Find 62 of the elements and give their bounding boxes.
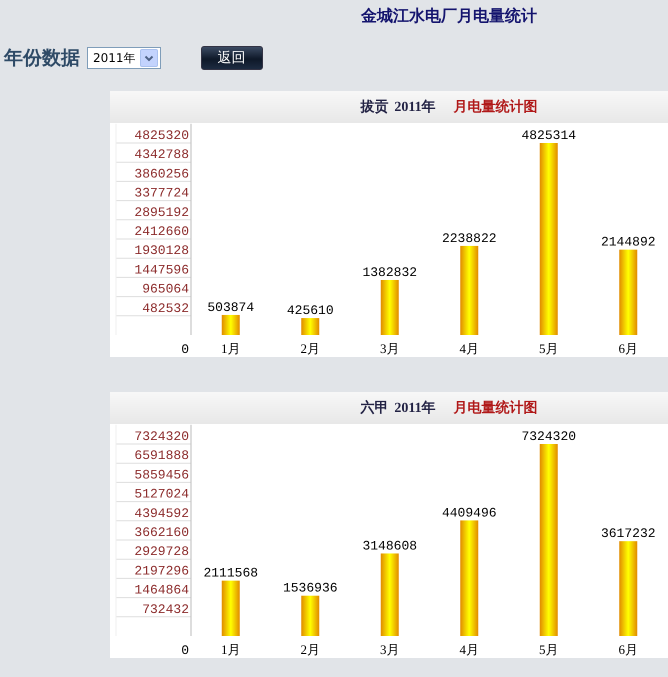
axis-tick-label: 1464864	[134, 582, 189, 598]
month-label: 5月	[539, 341, 558, 356]
year-select[interactable]: 2011年	[87, 47, 161, 69]
axis-tick-label: 3860256	[134, 166, 189, 182]
axis-tick-label: 482532	[142, 300, 189, 316]
bar	[301, 596, 320, 636]
axis-tick-label: 7324320	[134, 429, 189, 444]
month-label: 5月	[539, 642, 558, 657]
axis-tick-label: 2412660	[134, 224, 189, 239]
value-label: 7324320	[521, 429, 576, 444]
chart-title: 月电量统计图	[454, 399, 538, 417]
axis-zero-label: 0	[181, 643, 189, 658]
axis-tick-label: 5127024	[134, 486, 189, 502]
value-label: 4409496	[442, 505, 497, 520]
axis-tick-label: 6591888	[134, 448, 189, 464]
chart-title: 月电量统计图	[454, 98, 538, 116]
axis-tick-label: 1930128	[134, 243, 189, 258]
axis-tick-label: 2197296	[134, 563, 189, 578]
axis-tick-label: 5859456	[134, 467, 189, 482]
bar	[222, 580, 240, 636]
month-label: 1月	[221, 642, 240, 657]
bar	[222, 314, 240, 335]
value-label: 2111568	[203, 566, 258, 581]
axis-tick-label: 3662160	[134, 525, 189, 540]
value-label: 503874	[207, 300, 254, 315]
value-label: 4825314	[521, 128, 576, 143]
bar	[301, 318, 320, 335]
axis-zero-label: 0	[181, 342, 189, 357]
station-name: 六甲	[360, 399, 388, 417]
month-label: 4月	[460, 642, 479, 657]
month-label: 6月	[618, 341, 638, 356]
month-label: 1月	[221, 341, 240, 356]
chart-year: 2011年	[394, 399, 436, 417]
month-label: 2月	[300, 642, 320, 657]
month-label: 3月	[380, 341, 400, 356]
station-name: 拔贡	[360, 98, 388, 116]
axis-tick-label: 965064	[142, 282, 189, 297]
month-label: 2月	[300, 341, 320, 356]
axis-tick-label: 2929728	[134, 544, 189, 560]
axis-tick-label: 2895192	[134, 204, 189, 220]
axis-tick-label: 4394592	[134, 506, 189, 521]
back-button[interactable]: 返回	[200, 46, 263, 70]
month-label: 4月	[460, 341, 479, 356]
value-label: 3617232	[600, 526, 656, 542]
axis-tick-label: 3377724	[134, 186, 189, 201]
axis-tick-label: 4825320	[134, 128, 189, 143]
page-title: 金城江水电厂月电量统计	[361, 8, 537, 25]
chart-year: 2011年	[394, 98, 436, 116]
chevron-down-icon	[140, 49, 158, 67]
value-label: 2238822	[442, 230, 497, 246]
year-label: 年份数据	[4, 47, 80, 71]
month-label: 6月	[618, 642, 638, 657]
axis-tick-label: 4342788	[134, 147, 189, 162]
month-label: 3月	[380, 642, 400, 657]
value-label: 1382832	[362, 264, 418, 280]
bar	[380, 280, 399, 335]
value-label: 3148608	[362, 538, 418, 554]
axis-tick-label: 732432	[142, 602, 189, 617]
value-label: 425610	[286, 303, 334, 318]
value-label: 1536936	[282, 580, 338, 596]
value-label: 2144892	[600, 234, 656, 250]
axis-tick-label: 1447596	[134, 262, 189, 278]
